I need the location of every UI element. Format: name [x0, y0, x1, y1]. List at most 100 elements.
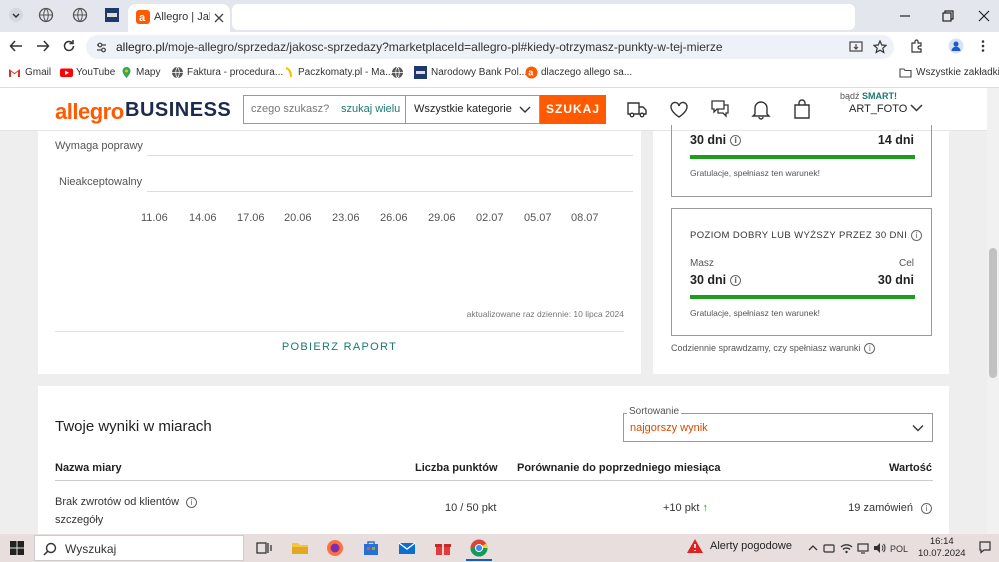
extensions-icon[interactable] — [910, 39, 924, 53]
search-many-link[interactable]: szukaj wielu — [341, 103, 400, 115]
minimize-icon[interactable] — [897, 8, 913, 24]
install-app-icon[interactable] — [849, 40, 863, 54]
goal-box-good-level: POZIOM DOBRY LUB WYŻSZY PRZEZ 30 DNI i Ma… — [671, 208, 932, 336]
category-select[interactable]: Wszystkie kategorie — [405, 95, 540, 124]
mail-icon[interactable] — [397, 538, 417, 558]
update-frequency-note: aktualizowane raz dziennie: 10 lipca 202… — [466, 309, 624, 319]
menu-kebab-icon[interactable] — [976, 39, 990, 53]
file-explorer-icon[interactable] — [290, 538, 310, 558]
clock-time: 16:14 — [929, 536, 954, 547]
details-link[interactable]: szczegóły — [55, 514, 103, 526]
goal-have-value: 30 dni i — [690, 133, 742, 147]
gmail-icon — [9, 69, 20, 77]
close-tab-icon[interactable] — [214, 13, 224, 23]
bookmark-paczkomaty[interactable]: Paczkomaty.pl - Ma... — [298, 67, 393, 78]
user-menu[interactable]: ART_FOTO — [849, 103, 907, 115]
change-value: +10 pkt ↑ — [663, 502, 708, 514]
back-icon[interactable] — [9, 39, 23, 53]
profile-icon[interactable] — [948, 38, 964, 54]
page-scrollbar[interactable] — [987, 88, 999, 534]
store-icon[interactable] — [361, 538, 381, 558]
scrollbar-thumb[interactable] — [989, 248, 997, 378]
close-window-icon[interactable] — [976, 8, 992, 24]
info-icon[interactable]: i — [921, 502, 932, 514]
shopping-bag-icon[interactable] — [791, 98, 813, 120]
measure-name: Brak zwrotów od klientów i — [55, 496, 198, 508]
firefox-icon[interactable] — [325, 538, 345, 558]
user-chevron-down-icon[interactable] — [910, 103, 923, 112]
bookmark-gmail[interactable]: Gmail — [25, 67, 51, 78]
chrome-icon[interactable] — [469, 538, 489, 558]
globe-tab-icon[interactable] — [38, 7, 54, 23]
info-icon[interactable]: i — [864, 343, 876, 355]
browser-tab-strip: a Allegro | Jakość — [0, 0, 999, 32]
column-header[interactable]: Nazwa miary — [55, 462, 122, 474]
sort-select[interactable]: najgorszy wynik — [623, 413, 933, 442]
category-value: Wszystkie kategorie — [414, 103, 512, 115]
nbp-tab-icon[interactable] — [104, 7, 120, 23]
bookmark-youtube[interactable]: YouTube — [76, 67, 115, 78]
goal-have-label: Masz — [690, 258, 714, 269]
wifi-icon[interactable] — [840, 542, 853, 554]
browser-toolbar: allegro.pl/moje-allegro/sprzedaz/jakosc-… — [0, 32, 999, 60]
x-tick-label: 11.06 — [141, 212, 168, 224]
taskbar-search-input[interactable]: Wyszukaj — [34, 535, 244, 561]
divider — [55, 331, 624, 332]
search-input[interactable]: czego szukasz? szukaj wielu — [243, 95, 405, 124]
info-icon[interactable]: i — [730, 275, 742, 287]
bookmark-nbp[interactable]: Narodowy Bank Pol... — [431, 67, 527, 78]
youtube-icon — [60, 68, 73, 77]
task-view-icon[interactable] — [254, 538, 274, 558]
active-tab[interactable]: a Allegro | Jakość — [128, 4, 230, 32]
active-app-indicator — [466, 559, 492, 561]
address-bar[interactable]: allegro.pl/moje-allegro/sprzedaz/jakosc-… — [86, 35, 894, 59]
globe-tab-icon[interactable] — [72, 7, 88, 23]
info-icon[interactable]: i — [730, 135, 742, 147]
column-header[interactable]: Porównanie do poprzedniego miesiąca — [517, 462, 721, 474]
column-header[interactable]: Wartość — [889, 462, 932, 474]
smart-badge[interactable]: bądź SMART! — [840, 91, 897, 101]
bookmark-allegro[interactable]: dlaczego allego sa... — [541, 67, 632, 78]
x-tick-label: 26.06 — [380, 212, 408, 224]
delivery-truck-icon[interactable] — [626, 98, 648, 120]
search-button[interactable]: SZUKAJ — [540, 95, 606, 124]
divider — [55, 480, 933, 481]
smart-label: SMART! — [862, 91, 898, 101]
notifications-icon[interactable] — [978, 540, 992, 554]
restore-icon[interactable] — [940, 8, 956, 24]
daily-check-note: Codziennie sprawdzamy, czy spełniasz war… — [671, 343, 876, 355]
system-clock[interactable]: 16:14 10.07.2024 — [918, 536, 966, 560]
messages-icon[interactable] — [709, 98, 731, 120]
globe-icon — [172, 66, 183, 79]
logo-business[interactable]: BUSINESS — [125, 99, 231, 122]
bell-icon[interactable] — [750, 98, 772, 120]
volume-icon[interactable] — [873, 542, 886, 554]
all-bookmarks[interactable]: Wszystkie zakładki — [916, 67, 999, 78]
x-tick-label: 05.07 — [524, 212, 552, 224]
allegro-favicon-icon: a — [136, 10, 150, 24]
bookmark-star-icon[interactable] — [873, 40, 887, 54]
meet-now-icon[interactable] — [823, 542, 835, 554]
logo-allegro[interactable]: allegro — [55, 99, 124, 125]
bookmark-maps[interactable]: Mapy — [136, 67, 160, 78]
windows-start-icon[interactable] — [10, 541, 24, 555]
reload-icon[interactable] — [62, 39, 76, 53]
column-header[interactable]: Liczba punktów — [415, 462, 498, 474]
y-level-label: Nieakceptowalny — [59, 176, 143, 188]
language-indicator-icon[interactable]: POL — [890, 542, 912, 554]
site-settings-icon[interactable] — [95, 41, 108, 54]
download-report-button[interactable]: POBIERZ RAPORT — [38, 341, 641, 353]
chevron-down-icon — [519, 106, 531, 113]
display-icon[interactable] — [857, 542, 869, 554]
x-tick-label: 17.06 — [237, 212, 265, 224]
heart-icon[interactable] — [668, 98, 690, 120]
chevron-up-icon[interactable] — [808, 543, 818, 553]
goals-card: 30 dni i 14 dni Gratulacje, spełniasz ten… — [653, 125, 949, 374]
forward-icon[interactable] — [36, 39, 50, 53]
tab-search-icon[interactable] — [8, 7, 24, 23]
weather-alerts[interactable]: Alerty pogodowe — [686, 539, 792, 553]
info-icon[interactable]: i — [186, 496, 198, 508]
gift-icon[interactable] — [433, 538, 453, 558]
bookmark-faktura[interactable]: Faktura - procedura... — [187, 67, 283, 78]
info-icon[interactable]: i — [911, 230, 923, 241]
